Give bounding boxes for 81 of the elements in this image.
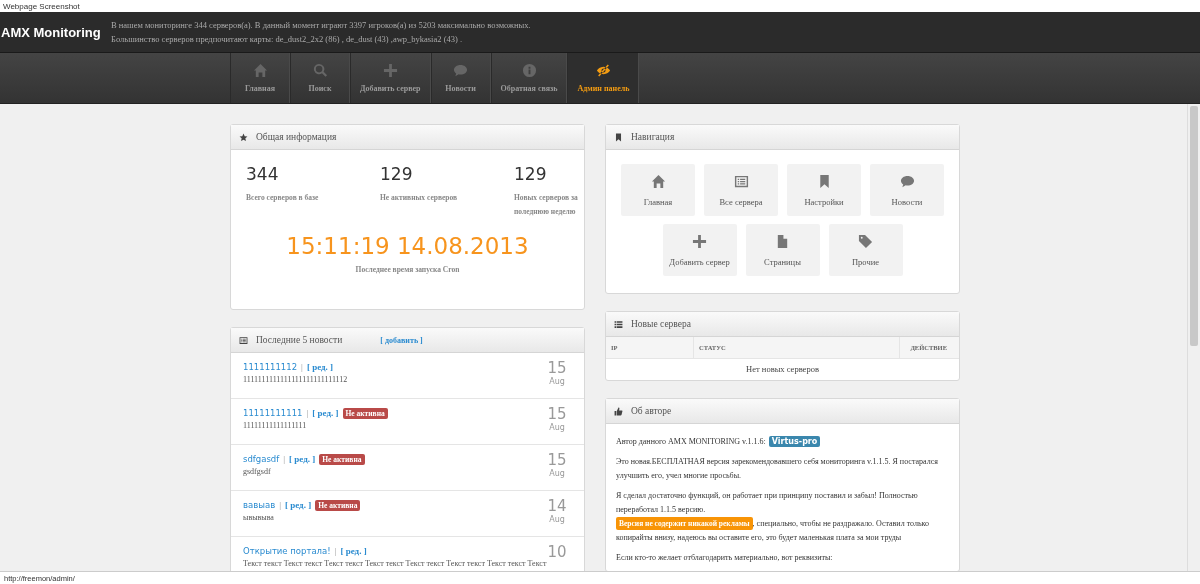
- separator-text: |: [283, 454, 286, 464]
- list-icon: [733, 173, 749, 189]
- nav-tab[interactable]: Новости: [430, 53, 491, 103]
- nav-tab[interactable]: Добавить сервер: [350, 53, 431, 103]
- nav-tile[interactable]: Добавить сервер: [662, 224, 737, 276]
- stats-text: В нашем мониторинге 344 серверов(а). В данный момент играют 3397 игроков(а) из 5203 максимально возможных.: [111, 20, 531, 30]
- edit-link[interactable]: [ ред. ]: [306, 362, 334, 372]
- nav-tile[interactable]: Главная: [621, 164, 695, 216]
- bookmark-icon: [614, 132, 623, 142]
- stat-value: 344: [246, 164, 280, 186]
- news-day: 15: [546, 360, 568, 377]
- news-title-link[interactable]: 1111111112: [243, 362, 298, 372]
- news-title-link[interactable]: Открытие портала!: [243, 546, 331, 556]
- panel-title: Навигация: [631, 132, 675, 142]
- plus-icon: [692, 233, 707, 249]
- plus-icon: [382, 63, 398, 78]
- list-icon: [614, 319, 623, 329]
- edit-link[interactable]: [ ред. ]: [312, 408, 339, 418]
- separator-text: |: [334, 546, 337, 556]
- empty-message: Нет новых серверов: [745, 363, 820, 376]
- add-news-link[interactable]: [ добавить ]: [380, 335, 423, 345]
- news-body: 1111111111111111111111111112: [243, 375, 349, 384]
- list-icon: [239, 335, 248, 345]
- crossed-eye-icon: [595, 63, 611, 78]
- cron-time: 15:11:19 14.08.2013: [285, 233, 530, 259]
- news-day: 15: [546, 406, 568, 423]
- author-text: Автор данного AMX MONITORING v.1.1.6:: [616, 437, 766, 446]
- news-body: ывывыва: [243, 513, 275, 522]
- news-title-link[interactable]: sdfgasdf: [243, 454, 280, 464]
- about-paragraph: копирайты внизу, надеюсь вы оставите его, это будет маленькая плата за мои труды: [616, 532, 903, 544]
- speech-bubble-icon: [899, 173, 915, 189]
- nav-tile[interactable]: Все сервера: [704, 164, 778, 216]
- about-paragraph: Если кто-то желает отблагодарить материально, вот реквизиты:: [616, 552, 834, 564]
- edit-link[interactable]: [ ред. ]: [340, 546, 367, 556]
- tag-icon: [858, 233, 873, 249]
- edit-link[interactable]: [ ред. ]: [285, 500, 312, 510]
- star-icon: [239, 132, 248, 142]
- news-title-link[interactable]: вавыав: [243, 500, 276, 510]
- news-body: 11111111111111111: [243, 421, 308, 430]
- about-paragraph: Я сделал достаточно функций, он работает при принципу поставил и забыл! Полностью переработал 1.1.5 версию.: [616, 490, 919, 516]
- news-day: 14: [546, 498, 568, 515]
- news-month: Aug: [548, 377, 566, 386]
- scrollbar-thumb[interactable]: [1190, 106, 1198, 346]
- nav-tile[interactable]: Прочие: [828, 224, 903, 276]
- about-paragraph: , специально, чтобы не раздражало. Оставил только: [752, 519, 930, 528]
- nav-tile[interactable]: Новости: [870, 164, 944, 216]
- window-title: Webpage Screenshot: [3, 1, 80, 11]
- news-body: Текст текст Текст текст Текст текст Текст текст Текст текст Текст текст Текст текст Текст: [243, 559, 546, 568]
- news-day: 15: [546, 452, 568, 469]
- nav-tile[interactable]: Страницы: [745, 224, 820, 276]
- separator-text: |: [301, 362, 303, 372]
- news-day: 10: [546, 544, 568, 561]
- separator-text: |: [279, 500, 281, 510]
- nav-tile[interactable]: Настройки: [787, 164, 861, 216]
- author-badge: Virtus-pro: [768, 436, 821, 447]
- stat-value: 129: [514, 164, 548, 186]
- panel-title: Последние 5 новости: [256, 335, 343, 345]
- news-body: gsdfgsdf: [243, 467, 272, 476]
- stat-value: 129: [380, 164, 414, 186]
- speech-bubble-icon: [453, 63, 469, 78]
- document-icon: [775, 233, 790, 249]
- nav-tab[interactable]: Админ панель: [567, 53, 640, 103]
- house-icon: [252, 63, 268, 78]
- nav-tab[interactable]: Поиск: [290, 53, 350, 103]
- news-title-link[interactable]: 11111111111: [243, 408, 303, 418]
- maps-text: Большинство серверов предпочитают карты: de_dust2_2x2 (86) , de_dust (43) ,awp_bykasia2 (43) .: [111, 34, 464, 44]
- thumbs-up-icon: [614, 406, 623, 416]
- news-month: Aug: [548, 423, 566, 432]
- edit-link[interactable]: [ ред. ]: [289, 454, 316, 464]
- panel-title: Об авторе: [631, 406, 672, 416]
- site-logo[interactable]: AMX Monitoring: [0, 24, 111, 40]
- separator-text: |: [306, 408, 309, 418]
- house-icon: [650, 173, 666, 189]
- nav-tab[interactable]: Главная: [230, 53, 290, 103]
- panel-title: Общая информация: [256, 132, 337, 142]
- news-month: Aug: [548, 469, 566, 478]
- info-icon: [521, 63, 537, 78]
- news-month: Aug: [548, 515, 566, 524]
- about-paragraph: Это новая.БЕСПЛАТНАЯ версия зарекомендовавшего себя мониторинга v.1.1.5. Я постарался улучшить его, учел многие просьбы.: [616, 456, 939, 482]
- panel-title: Новые сервера: [631, 319, 691, 329]
- search-icon: [312, 63, 328, 78]
